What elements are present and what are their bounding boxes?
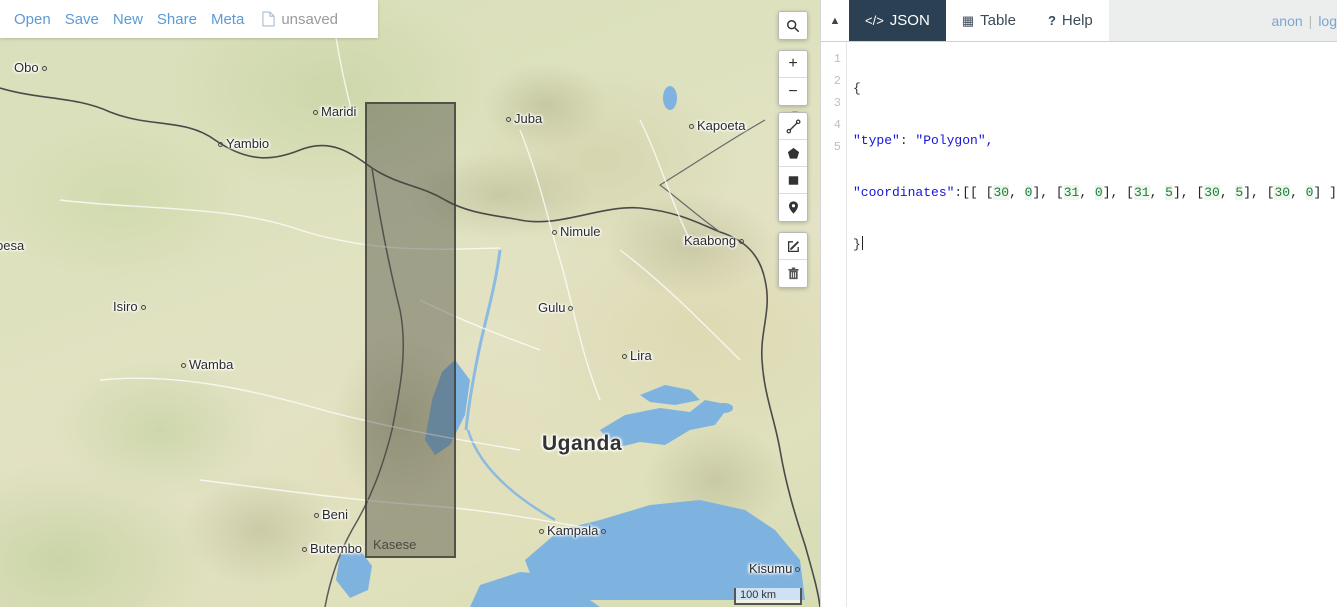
code-line: "coordinates":[[ [30, 0], [31, 0], [31, … [853, 185, 1337, 200]
search-icon[interactable] [779, 12, 807, 39]
map-place-label: Isiro [113, 299, 149, 314]
text-caret [861, 236, 863, 250]
map-place-label: Maridi [310, 104, 356, 119]
minus-icon: − [788, 82, 798, 100]
draw-rectangle-button[interactable] [779, 167, 807, 194]
map-zoom-control[interactable]: + − [778, 50, 808, 106]
json-code-editor[interactable]: 1 2 3 4 5 { "type": "Polygon", "coordina… [821, 42, 1337, 607]
map-place-label: besa [0, 238, 25, 253]
line-number: 2 [833, 74, 841, 88]
tab-help[interactable]: ? Help [1031, 0, 1109, 41]
line-number-gutter: 1 2 3 4 5 [821, 42, 847, 607]
line-number: 5 [833, 140, 841, 154]
code-icon: </> [865, 13, 884, 28]
file-status: unsaved [262, 11, 338, 28]
map-country-label: Uganda [542, 432, 623, 455]
file-toolbar: Open Save New Share Meta unsaved [0, 0, 378, 38]
map-place-label: Nimule [549, 224, 600, 239]
map-place-label: Juba [503, 111, 542, 126]
plus-icon: + [788, 55, 798, 72]
map-panel[interactable]: Uganda Obo Maridi Juba Kapoeta Yambio Ni… [0, 0, 820, 607]
country-border [0, 87, 721, 233]
drawn-polygon[interactable] [365, 102, 456, 558]
delete-layers-button[interactable] [779, 260, 807, 287]
meta-link[interactable]: Meta [211, 11, 244, 28]
tab-table-label: Table [980, 12, 1016, 29]
new-link[interactable]: New [113, 11, 143, 28]
code-text-area[interactable]: { "type": "Polygon", "coordinates":[[ [3… [847, 42, 1337, 607]
map-place-label: Beni [311, 507, 348, 522]
file-status-label: unsaved [281, 10, 339, 28]
scale-label: 100 km [740, 589, 777, 601]
map-place-label: Yambio [215, 136, 269, 151]
map-place-label: Kampala [536, 523, 609, 538]
map-scale-bar: 100 km [734, 588, 802, 605]
map-place-label: Obo [14, 60, 50, 75]
zoom-out-button[interactable]: − [779, 78, 807, 105]
help-icon: ? [1047, 13, 1056, 28]
map-marker-icon [788, 201, 798, 214]
map-place-label: Gulu [538, 300, 576, 315]
tabbar-spacer [1108, 0, 1262, 41]
editor-tabbar: ▲ </> JSON ▦ Table ? Help anon | log [821, 0, 1337, 42]
open-link[interactable]: Open [14, 11, 51, 28]
account-area: anon | log [1261, 0, 1337, 41]
account-user-link[interactable]: anon [1272, 13, 1303, 29]
draw-polyline-button[interactable] [779, 113, 807, 140]
save-link[interactable]: Save [65, 11, 99, 28]
map-place-label: Lira [619, 348, 652, 363]
nile-river [464, 249, 502, 431]
map-place-label: Kaabong [684, 233, 747, 248]
collapse-panel-button[interactable]: ▲ [821, 0, 849, 41]
map-draw-toolbar[interactable] [778, 112, 808, 222]
trash-icon [787, 267, 799, 280]
draw-marker-button[interactable] [779, 194, 807, 221]
code-line: } [853, 236, 863, 252]
triangle-up-icon: ▲ [829, 14, 841, 27]
map-edit-toolbar[interactable] [778, 232, 808, 288]
map-place-label: Wamba [178, 357, 233, 372]
rectangle-icon [788, 175, 798, 185]
edit-layers-button[interactable] [779, 233, 807, 260]
edit-pencil-icon [787, 240, 799, 252]
tab-json[interactable]: </> JSON [849, 0, 946, 41]
account-separator: | [1308, 12, 1313, 29]
table-icon: ▦ [961, 12, 975, 28]
map-place-label: Butembo [299, 541, 362, 556]
line-number: 1 [833, 52, 841, 66]
tab-table[interactable]: ▦ Table [945, 0, 1032, 41]
tab-help-label: Help [1061, 12, 1093, 29]
code-line: "type": "Polygon", [853, 133, 994, 148]
polygon-icon [787, 147, 799, 159]
map-search-control[interactable] [778, 11, 808, 40]
tab-json-label: JSON [889, 12, 930, 29]
code-line: { [853, 81, 861, 96]
zoom-in-button[interactable]: + [779, 51, 807, 78]
line-number: 4 [833, 118, 841, 132]
map-place-label: Kapoeta [686, 118, 745, 133]
map-place-label: Kisumu [749, 561, 803, 576]
login-link[interactable]: log [1318, 13, 1337, 29]
share-link[interactable]: Share [157, 11, 197, 28]
draw-polygon-button[interactable] [779, 140, 807, 167]
line-number: 3 [833, 96, 841, 110]
map-place-label: Kasese [373, 537, 417, 552]
document-icon [262, 11, 275, 27]
editor-panel: ▲ </> JSON ▦ Table ? Help anon | log 1 2… [820, 0, 1337, 607]
polyline-icon [786, 119, 800, 133]
